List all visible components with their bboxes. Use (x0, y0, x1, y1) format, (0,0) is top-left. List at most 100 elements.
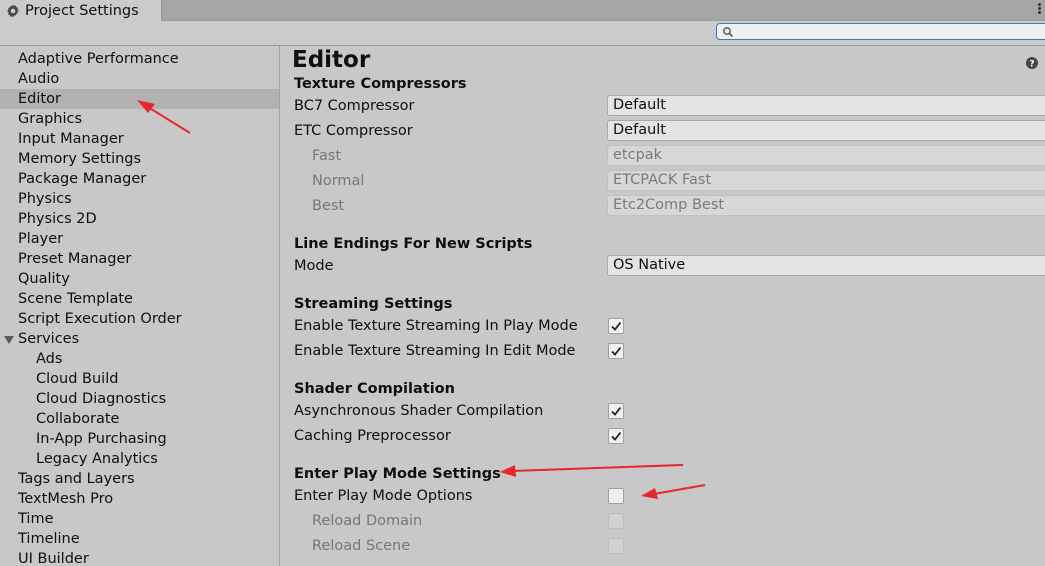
sidebar-item-ads[interactable]: Ads (0, 349, 279, 369)
etc-normal-dropdown: ETCPACK Fast (607, 170, 1045, 191)
sidebar-item-label: Physics (18, 191, 72, 207)
sidebar-item-services[interactable]: Services (0, 329, 279, 349)
sidebar-item-label: Collaborate (36, 411, 120, 427)
streaming-edit-mode-label: Enable Texture Streaming In Edit Mode (294, 343, 576, 359)
etc-fast-dropdown: etcpak (607, 145, 1045, 166)
line-endings-mode-row: Mode OS Native (294, 254, 1045, 278)
streaming-play-mode-checkbox[interactable] (608, 318, 624, 334)
sidebar-item-script-execution-order[interactable]: Script Execution Order (0, 309, 279, 329)
etc-best-dropdown: Etc2Comp Best (607, 195, 1045, 216)
editor-settings-panel: Editor ? Texture Compressors BC7 Compres… (280, 46, 1045, 566)
async-shader-checkbox[interactable] (608, 403, 624, 419)
reload-domain-label: Reload Domain (312, 513, 423, 529)
async-shader-label: Asynchronous Shader Compilation (294, 403, 544, 419)
bc7-compressor-dropdown[interactable]: Default (607, 95, 1045, 116)
sidebar-item-in-app-purchasing[interactable]: In-App Purchasing (0, 429, 279, 449)
checkmark-icon (611, 406, 622, 416)
sidebar-item-timeline[interactable]: Timeline (0, 529, 279, 549)
gear-icon (7, 3, 19, 18)
etc-fast-label: Fast (312, 148, 342, 164)
sidebar-item-memory-settings[interactable]: Memory Settings (0, 149, 279, 169)
bc7-compressor-label: BC7 Compressor (294, 98, 415, 114)
sidebar-item-label: Cloud Build (36, 371, 119, 387)
checkmark-icon (611, 431, 622, 441)
sidebar-item-collaborate[interactable]: Collaborate (0, 409, 279, 429)
sidebar-item-label: Cloud Diagnostics (36, 391, 167, 407)
sidebar-item-label: Audio (18, 71, 60, 87)
tab-title: Project Settings (25, 2, 139, 19)
sidebar-item-graphics[interactable]: Graphics (0, 109, 279, 129)
expand-arrow-icon[interactable] (4, 336, 14, 344)
etc-compressor-dropdown[interactable]: Default (607, 120, 1045, 141)
sidebar-item-time[interactable]: Time (0, 509, 279, 529)
sidebar-item-label: Quality (18, 271, 70, 287)
window-tab-bar: Project Settings (0, 0, 1045, 21)
checkmark-icon (611, 321, 622, 331)
sidebar-item-label: Scene Template (18, 291, 133, 307)
reload-domain-row: Reload Domain (294, 509, 1045, 533)
sidebar-item-label: Physics 2D (18, 211, 97, 227)
sidebar-item-cloud-build[interactable]: Cloud Build (0, 369, 279, 389)
sidebar-item-adaptive-performance[interactable]: Adaptive Performance (0, 49, 279, 69)
sidebar-item-label: Input Manager (18, 131, 124, 147)
section-streaming-settings: Streaming Settings (294, 296, 453, 312)
etc-compressor-label: ETC Compressor (294, 123, 413, 139)
sidebar-item-legacy-analytics[interactable]: Legacy Analytics (0, 449, 279, 469)
sidebar-item-package-manager[interactable]: Package Manager (0, 169, 279, 189)
streaming-play-mode-label: Enable Texture Streaming In Play Mode (294, 318, 578, 334)
enter-play-mode-options-label: Enter Play Mode Options (294, 488, 473, 504)
line-endings-mode-label: Mode (294, 258, 334, 274)
sidebar-item-label: Package Manager (18, 171, 147, 187)
caching-preprocessor-checkbox[interactable] (608, 428, 624, 444)
search-field[interactable] (716, 23, 1045, 40)
sidebar-item-tags-and-layers[interactable]: Tags and Layers (0, 469, 279, 489)
settings-sidebar: Adaptive Performance Audio Editor Graphics I… (0, 46, 280, 566)
sidebar-item-label: In-App Purchasing (36, 431, 167, 447)
sidebar-item-preset-manager[interactable]: Preset Manager (0, 249, 279, 269)
sidebar-item-scene-template[interactable]: Scene Template (0, 289, 279, 309)
async-shader-row: Asynchronous Shader Compilation (294, 399, 1045, 423)
sidebar-item-physics-2d[interactable]: Physics 2D (0, 209, 279, 229)
sidebar-item-label: Services (18, 331, 80, 347)
bc7-compressor-row: BC7 Compressor Default (294, 94, 1045, 118)
etc-fast-row: Fast etcpak (294, 144, 1045, 168)
more-options-icon[interactable] (1035, 2, 1043, 16)
sidebar-item-label: Editor (18, 91, 61, 107)
streaming-edit-mode-checkbox[interactable] (608, 343, 624, 359)
sidebar-item-label: Script Execution Order (18, 311, 182, 327)
section-line-endings: Line Endings For New Scripts (294, 236, 533, 252)
section-texture-compressors: Texture Compressors (294, 76, 467, 92)
sidebar-item-audio[interactable]: Audio (0, 69, 279, 89)
sidebar-item-editor[interactable]: Editor (0, 89, 279, 109)
reload-scene-checkbox (608, 538, 624, 554)
sidebar-item-ui-builder[interactable]: UI Builder (0, 549, 279, 566)
streaming-edit-mode-row: Enable Texture Streaming In Edit Mode (294, 339, 1045, 363)
enter-play-mode-options-checkbox[interactable] (608, 488, 624, 504)
sidebar-item-label: UI Builder (18, 551, 89, 566)
svg-text:?: ? (1029, 60, 1034, 70)
section-shader-compilation: Shader Compilation (294, 381, 455, 397)
sidebar-item-physics[interactable]: Physics (0, 189, 279, 209)
sidebar-item-player[interactable]: Player (0, 229, 279, 249)
sidebar-item-label: Time (18, 511, 54, 527)
search-icon (723, 27, 734, 38)
page-title: Editor (292, 47, 371, 73)
sidebar-item-label: Memory Settings (18, 151, 142, 167)
sidebar-item-label: Legacy Analytics (36, 451, 158, 467)
reload-domain-checkbox (608, 513, 624, 529)
help-icon[interactable]: ? (1026, 57, 1038, 69)
sidebar-item-input-manager[interactable]: Input Manager (0, 129, 279, 149)
sidebar-item-cloud-diagnostics[interactable]: Cloud Diagnostics (0, 389, 279, 409)
tab-project-settings[interactable]: Project Settings (0, 0, 162, 21)
sidebar-item-label: Ads (36, 351, 63, 367)
caching-preprocessor-label: Caching Preprocessor (294, 428, 451, 444)
sidebar-item-label: Graphics (18, 111, 83, 127)
line-endings-mode-dropdown[interactable]: OS Native (607, 255, 1045, 276)
section-enter-play-mode: Enter Play Mode Settings (294, 466, 501, 482)
etc-best-label: Best (312, 198, 345, 214)
sidebar-item-quality[interactable]: Quality (0, 269, 279, 289)
sidebar-item-label: Player (18, 231, 64, 247)
etc-normal-row: Normal ETCPACK Fast (294, 169, 1045, 193)
streaming-play-mode-row: Enable Texture Streaming In Play Mode (294, 314, 1045, 338)
sidebar-item-textmesh-pro[interactable]: TextMesh Pro (0, 489, 279, 509)
